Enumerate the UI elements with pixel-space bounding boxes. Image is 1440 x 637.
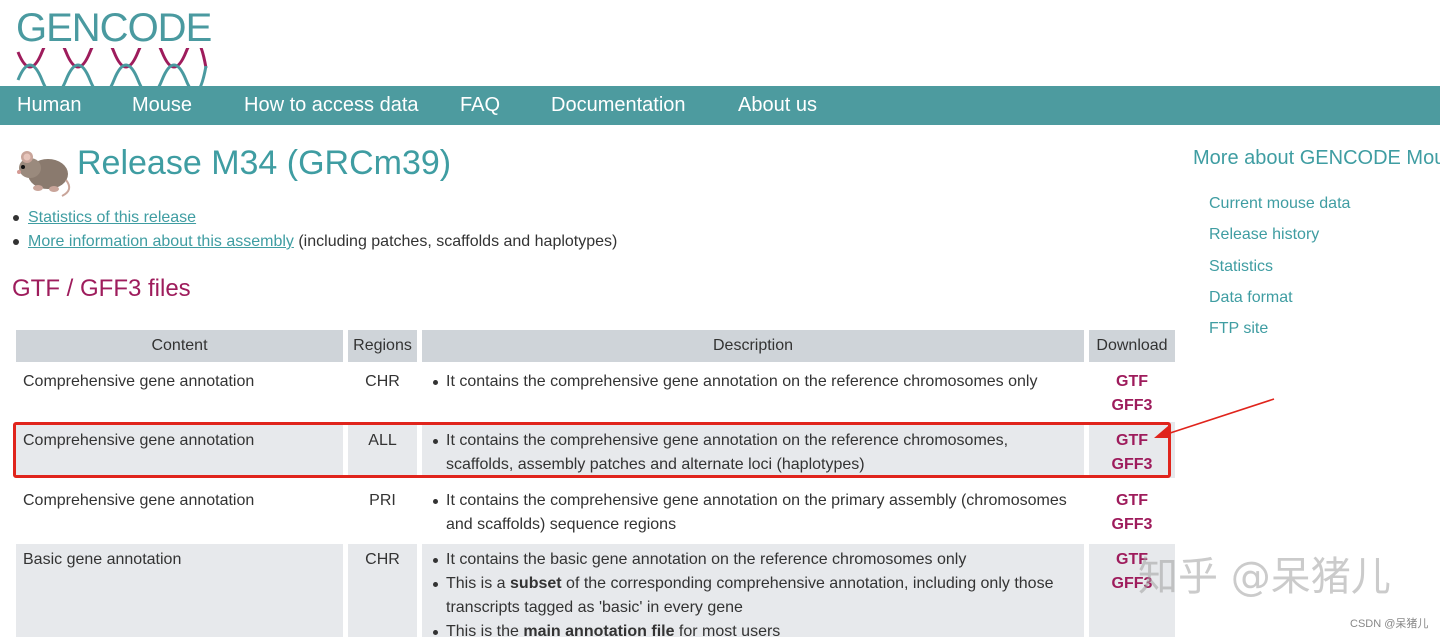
main-nav: Human Mouse How to access data FAQ Docum… <box>0 86 1440 125</box>
content-cell: Comprehensive gene annotation <box>23 373 255 390</box>
section-title: GTF / GFF3 files <box>12 275 191 302</box>
description-cell: It contains the comprehensive gene annot… <box>428 370 1078 394</box>
statistics-link[interactable]: Statistics of this release <box>28 209 196 226</box>
text-span: This is a <box>446 575 511 592</box>
mouse-icon <box>17 151 71 197</box>
region-cell: CHR <box>348 544 417 637</box>
bold-text: subset <box>510 575 562 592</box>
region-cell: CHR <box>365 373 400 390</box>
text-span: for most users <box>674 623 781 637</box>
header-download: Download <box>1089 330 1175 362</box>
sidebar-nav: Current mouse data Release history Stati… <box>1209 188 1350 344</box>
description-item: This is a subset of the corresponding co… <box>428 572 1068 620</box>
watermark: 知乎 @呆猪儿 <box>1138 554 1391 600</box>
gff3-download-link[interactable]: GFF3 <box>1089 453 1175 477</box>
text-span: This is the <box>446 623 524 637</box>
sidebar-item-current-mouse-data[interactable]: Current mouse data <box>1209 188 1350 219</box>
assembly-info-link[interactable]: More information about this assembly <box>28 233 294 250</box>
description-cell: It contains the comprehensive gene annot… <box>428 489 1068 537</box>
region-cell: PRI <box>369 492 396 509</box>
description-cell: It contains the basic gene annotation on… <box>422 544 1084 637</box>
download-cell: GTF GFF3 <box>1089 489 1175 537</box>
nav-human[interactable]: Human <box>17 86 81 125</box>
list-item: More information about this assembly (in… <box>12 230 617 254</box>
gencode-logo[interactable]: GENCODE <box>16 6 212 86</box>
gtf-download-link[interactable]: GTF <box>1089 489 1175 513</box>
sidebar-item-statistics[interactable]: Statistics <box>1209 251 1350 282</box>
nav-about-us[interactable]: About us <box>738 86 817 125</box>
release-links: Statistics of this release More informat… <box>12 206 617 254</box>
sidebar-item-data-format[interactable]: Data format <box>1209 282 1350 313</box>
annotation-arrow-icon <box>1154 398 1275 438</box>
logo-text: GENCODE <box>16 6 212 50</box>
content-cell: Comprehensive gene annotation <box>16 422 343 478</box>
nav-documentation[interactable]: Documentation <box>551 86 686 125</box>
nav-faq[interactable]: FAQ <box>460 86 500 125</box>
header-regions: Regions <box>348 330 417 362</box>
source-watermark: CSDN @呆猪儿 <box>1350 618 1429 630</box>
header-content: Content <box>16 330 343 362</box>
sidebar-item-ftp-site[interactable]: FTP site <box>1209 313 1350 344</box>
gff3-download-link[interactable]: GFF3 <box>1089 513 1175 537</box>
description-item: It contains the comprehensive gene annot… <box>428 370 1078 394</box>
assembly-note: (including patches, scaffolds and haplot… <box>293 233 618 250</box>
description-item: This is the main annotation file for mos… <box>428 620 1068 637</box>
description-item: It contains the comprehensive gene annot… <box>428 429 1068 477</box>
content-cell: Basic gene annotation <box>16 544 343 637</box>
sidebar-item-release-history[interactable]: Release history <box>1209 219 1350 250</box>
dna-helix-icon <box>16 48 208 86</box>
description-cell: It contains the comprehensive gene annot… <box>422 422 1084 478</box>
description-item: It contains the comprehensive gene annot… <box>428 489 1068 537</box>
list-item: Statistics of this release <box>12 206 617 230</box>
page-title: Release M34 (GRCm39) <box>77 144 452 182</box>
sidebar-title: More about GENCODE Mouse <box>1193 147 1440 169</box>
description-item: It contains the basic gene annotation on… <box>428 548 1068 572</box>
gtf-download-link[interactable]: GTF <box>1089 370 1175 394</box>
nav-how-to-access-data[interactable]: How to access data <box>244 86 419 125</box>
region-cell: ALL <box>348 422 417 478</box>
nav-mouse[interactable]: Mouse <box>132 86 192 125</box>
header-description: Description <box>422 330 1084 362</box>
bold-text: main annotation file <box>523 623 675 637</box>
content-cell: Comprehensive gene annotation <box>23 492 255 509</box>
